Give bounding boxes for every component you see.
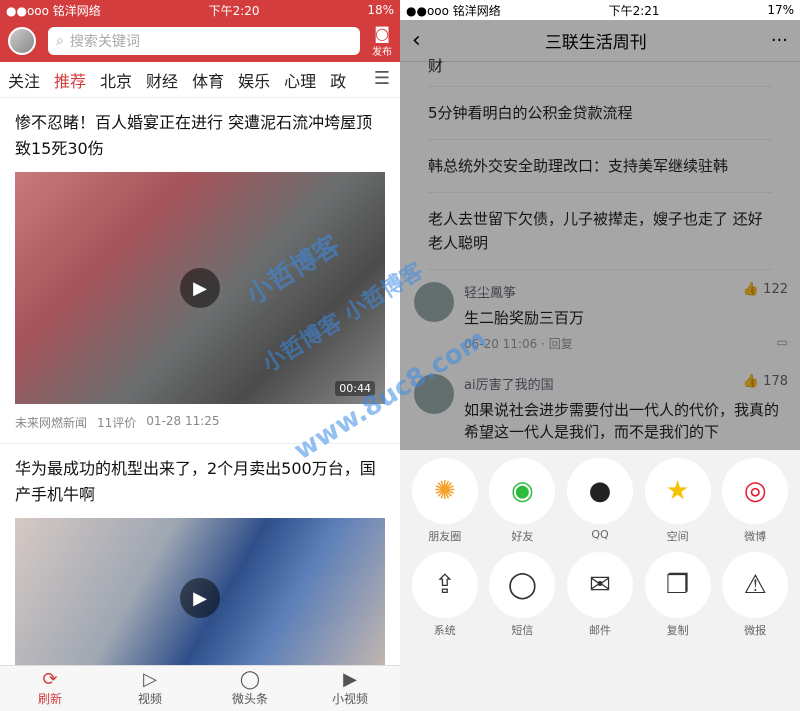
share-sms[interactable]: ◯ 短信	[487, 552, 557, 638]
share-report[interactable]: ⚠ 微报	[720, 552, 790, 638]
publish-label: 发布	[372, 47, 392, 58]
clock-label: 下午2:21	[608, 3, 660, 18]
carrier-label: ●●ooo 铭洋网络	[406, 3, 501, 18]
share-weibo[interactable]: ◎ 微博	[720, 458, 790, 544]
share-label: 微报	[744, 624, 767, 637]
news-source: 未来网燃新闻	[15, 416, 88, 430]
share-system[interactable]: ⇪ 系统	[410, 552, 480, 638]
share-copy[interactable]: ❐ 复制	[643, 552, 713, 638]
share-label: 好友	[511, 530, 534, 543]
refresh-icon: ⟳	[42, 669, 58, 690]
video-duration: 00:44	[335, 381, 375, 396]
right-screen: ●●ooo 铭洋网络 下午2:21 17% ‹ 三联生活周刊 ··· 财 5分钟…	[400, 0, 800, 711]
clock-label: 下午2:20	[208, 3, 260, 18]
video-thumbnail[interactable]: ▶	[15, 518, 385, 678]
tab-category-0[interactable]: 关注	[8, 68, 40, 92]
tab-label: 视频	[137, 692, 162, 706]
play-icon[interactable]: ▶	[180, 578, 220, 618]
share-sheet: ✺ 朋友圈 ◉ 好友 ● QQ ★ 空间 ◎ 微博 ⇪ 系统 ◯ 短信 ✉ 邮件 ❐ 复制 ⚠ 微报	[400, 450, 800, 711]
top-bar: ⌕ 搜索关键词 ◙ 发布	[0, 20, 400, 62]
email-icon: ✉	[566, 552, 633, 618]
menu-icon[interactable]: ☰	[367, 68, 390, 89]
category-tabs: 关注 推荐 北京 财经 体育 娱乐 心理 政 ☰	[0, 62, 400, 98]
share-label: 微博	[744, 530, 767, 543]
news-title[interactable]: 华为最成功的机型出来了，2个月卖出500万台，国产手机牛啊	[15, 456, 385, 508]
share-icon: ⇪	[411, 552, 478, 618]
copy-icon: ❐	[644, 552, 711, 618]
video-thumbnail[interactable]: ▶ 00:44	[15, 172, 385, 404]
search-placeholder: 搜索关键词	[69, 34, 140, 50]
tab-category-7[interactable]: 政	[330, 68, 346, 92]
share-moments[interactable]: ✺ 朋友圈	[410, 458, 480, 544]
tab-video[interactable]: ▷ 视频	[100, 666, 200, 711]
qzone-icon: ★	[644, 458, 711, 524]
tab-category-2[interactable]: 北京	[100, 68, 132, 92]
battery-label: 17%	[767, 3, 794, 17]
tab-micro-headline[interactable]: ◯ 微头条	[200, 666, 300, 711]
status-bar: ●●ooo 铭洋网络 下午2:21 17%	[400, 0, 800, 20]
news-comments: 11评价	[97, 416, 137, 430]
tab-label: 小视频	[331, 692, 368, 706]
share-label: 系统	[433, 624, 456, 637]
publish-button[interactable]: ◙ 发布	[372, 24, 392, 58]
news-time: 01-28 11:25	[146, 414, 220, 428]
weibo-icon: ◎	[722, 458, 789, 524]
tab-short-video[interactable]: ▶ 小视频	[300, 666, 400, 711]
left-screen: ●●ooo 铭洋网络 下午2:20 18% ⌕ 搜索关键词 ◙ 发布 关注 推荐…	[0, 0, 400, 711]
wechat-icon: ◉	[489, 458, 556, 524]
tab-category-6[interactable]: 心理	[284, 68, 316, 92]
camera-icon: ◙	[374, 24, 390, 43]
tab-label: 刷新	[37, 692, 62, 706]
status-bar: ●●ooo 铭洋网络 下午2:20 18%	[0, 0, 400, 20]
share-label: 邮件	[588, 624, 611, 637]
modal-overlay[interactable]: ✺ 朋友圈 ◉ 好友 ● QQ ★ 空间 ◎ 微博 ⇪ 系统 ◯ 短信 ✉ 邮件 ❐ 复制 ⚠ 微报	[400, 20, 800, 711]
news-item[interactable]: 华为最成功的机型出来了，2个月卖出500万台，国产手机牛啊 ▶	[0, 444, 400, 690]
share-label: 朋友圈	[428, 530, 462, 543]
share-label: 短信	[511, 624, 534, 637]
sms-icon: ◯	[489, 552, 556, 618]
play-outline-icon: ▷	[143, 669, 157, 690]
tab-category-1[interactable]: 推荐	[54, 68, 86, 92]
share-wechat[interactable]: ◉ 好友	[487, 458, 557, 544]
share-label: 复制	[666, 624, 689, 637]
news-item[interactable]: 惨不忍睹！百人婚宴正在进行 突遭泥石流冲垮屋顶致15死30伤 ▶ 00:44 未…	[0, 98, 400, 444]
qq-icon: ●	[566, 458, 633, 524]
short-video-icon: ▶	[343, 669, 357, 690]
avatar[interactable]	[8, 27, 36, 55]
share-label: QQ	[591, 528, 609, 541]
tab-refresh[interactable]: ⟳ 刷新	[0, 666, 100, 711]
warning-icon: ⚠	[722, 552, 789, 618]
search-input[interactable]: ⌕ 搜索关键词	[48, 27, 360, 55]
share-qzone[interactable]: ★ 空间	[643, 458, 713, 544]
bottom-tab-bar: ⟳ 刷新 ▷ 视频 ◯ 微头条 ▶ 小视频	[0, 665, 400, 711]
play-icon[interactable]: ▶	[180, 268, 220, 308]
tab-label: 微头条	[231, 692, 268, 706]
share-label: 空间	[666, 530, 689, 543]
share-qq[interactable]: ● QQ	[565, 458, 635, 544]
news-title[interactable]: 惨不忍睹！百人婚宴正在进行 突遭泥石流冲垮屋顶致15死30伤	[15, 110, 385, 162]
moments-icon: ✺	[411, 458, 478, 524]
news-meta: 未来网燃新闻 11评价 01-28 11:25	[15, 414, 385, 431]
battery-label: 18%	[367, 3, 394, 17]
tab-category-4[interactable]: 体育	[192, 68, 224, 92]
tab-category-5[interactable]: 娱乐	[238, 68, 270, 92]
tab-category-3[interactable]: 财经	[146, 68, 178, 92]
search-icon: ⌕	[56, 33, 64, 49]
carrier-label: ●●ooo 铭洋网络	[6, 3, 101, 18]
share-email[interactable]: ✉ 邮件	[565, 552, 635, 638]
chat-bubble-icon: ◯	[239, 669, 261, 690]
